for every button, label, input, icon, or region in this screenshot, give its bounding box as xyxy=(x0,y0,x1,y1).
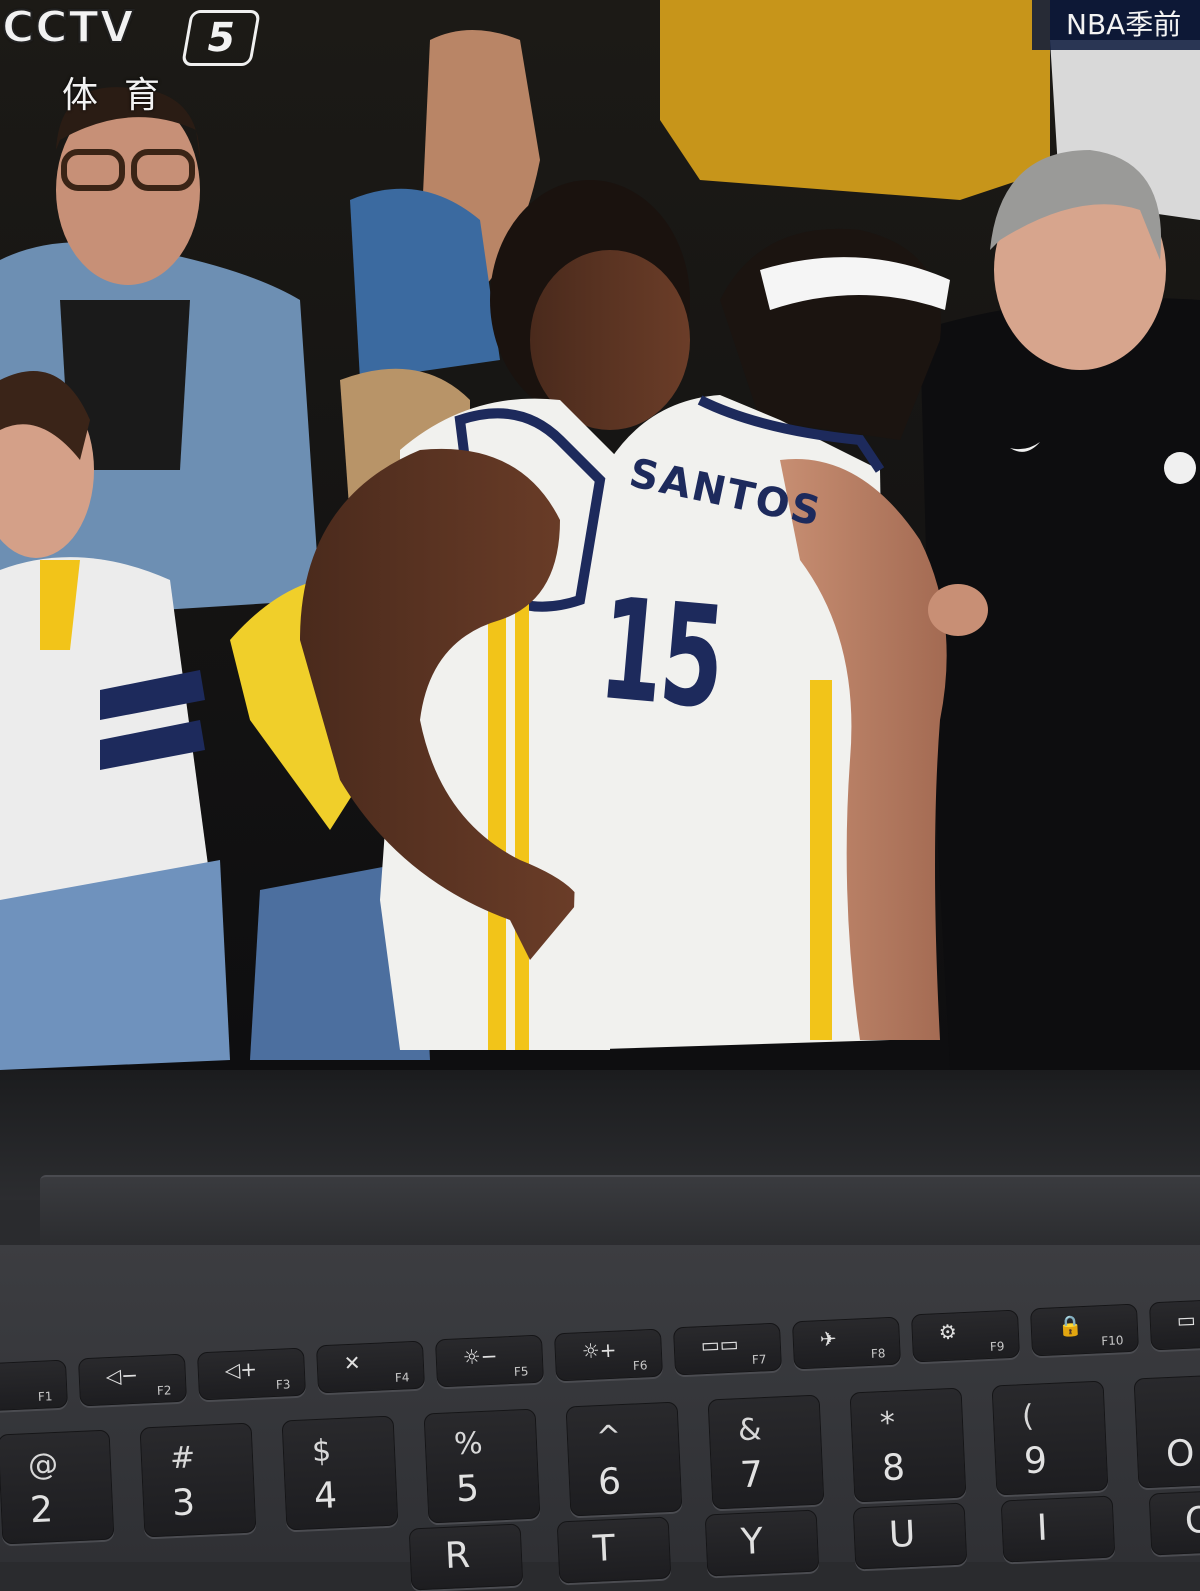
function-key[interactable]: ✕ F4 xyxy=(315,1340,426,1394)
key-shift-symbol: & xyxy=(737,1412,763,1449)
function-key-label: F3 xyxy=(275,1376,291,1392)
key-shift-symbol: @ xyxy=(27,1446,59,1484)
key-number: 4 xyxy=(313,1475,338,1518)
jersey-number: 15 xyxy=(593,568,728,741)
number-key[interactable]: & 7 xyxy=(707,1394,825,1510)
key-letter: I xyxy=(1036,1507,1049,1549)
function-key[interactable]: ✈ F8 xyxy=(791,1316,902,1369)
function-key-label: F6 xyxy=(632,1358,648,1373)
key-letter: O xyxy=(1184,1499,1200,1542)
laptop-screen: CCTV 5 体育 NBA季前 SANTOS 15 xyxy=(0,0,1200,1070)
function-key-label: F7 xyxy=(751,1352,767,1367)
key-letter: U xyxy=(888,1513,917,1556)
player2-hand xyxy=(928,584,988,636)
key-number: 8 xyxy=(881,1447,906,1490)
number-key[interactable]: * 8 xyxy=(849,1387,967,1503)
number-key[interactable]: O xyxy=(1133,1373,1200,1489)
number-key[interactable]: $4 xyxy=(281,1415,399,1531)
number-key[interactable]: @2 xyxy=(0,1429,115,1545)
key-number: 5 xyxy=(455,1468,480,1511)
mic-mute-icon: ✕ xyxy=(343,1350,362,1376)
corner-banner: NBA季前 xyxy=(1032,0,1200,50)
function-key-label: F2 xyxy=(156,1383,172,1398)
key-letter: R xyxy=(444,1534,471,1577)
channel-logo: CCTV 5 体育 xyxy=(0,0,270,116)
key-shift-symbol: * xyxy=(879,1405,896,1442)
display-switch-icon: ▭▭ xyxy=(700,1331,740,1357)
airplane-mode-icon: ✈ xyxy=(819,1326,838,1351)
keyboard-backlight-icon: ▭ xyxy=(1176,1307,1197,1333)
letter-key[interactable]: R xyxy=(408,1523,524,1591)
number-key[interactable]: % 5 xyxy=(423,1408,541,1524)
function-key[interactable]: ▭F1 xyxy=(1148,1297,1200,1351)
key-shift-symbol: % xyxy=(453,1425,484,1463)
volume-down-icon: ◁− xyxy=(105,1362,139,1388)
function-key[interactable]: F1 xyxy=(0,1359,69,1413)
key-number: O xyxy=(1165,1432,1196,1476)
function-key[interactable]: ◁+ F3 xyxy=(196,1347,307,1400)
key-shift-symbol: $ xyxy=(311,1433,332,1470)
key-number: 2 xyxy=(29,1489,54,1532)
function-key-label: F10 xyxy=(1101,1333,1124,1349)
function-key[interactable]: ⚙ F9 xyxy=(910,1309,1021,1363)
number-key[interactable]: #3 xyxy=(139,1422,257,1538)
function-key-label: F5 xyxy=(513,1364,529,1380)
brightness-up-icon: ☼+ xyxy=(581,1337,617,1364)
key-number: 3 xyxy=(171,1482,196,1525)
number-key[interactable]: (9 xyxy=(991,1380,1109,1496)
channel-subtitle: 体育 xyxy=(62,75,187,116)
function-key-label: F4 xyxy=(394,1370,410,1386)
coach-black-shirt xyxy=(920,298,1200,1070)
letter-key[interactable]: Y xyxy=(704,1509,820,1577)
letter-key[interactable]: T xyxy=(556,1516,672,1584)
key-number: 7 xyxy=(739,1454,764,1497)
brightness-down-icon: ☼− xyxy=(462,1343,498,1370)
number-key[interactable]: ^ 6 xyxy=(565,1401,683,1517)
letter-key[interactable]: O xyxy=(1148,1488,1200,1556)
function-key[interactable]: ☼− F5 xyxy=(434,1334,545,1388)
letter-key[interactable]: I xyxy=(1000,1495,1116,1563)
laptop-hinge xyxy=(40,1175,1200,1247)
volume-up-icon: ◁+ xyxy=(224,1356,258,1382)
function-key[interactable]: ☼+ F6 xyxy=(553,1328,664,1382)
function-key-label: F8 xyxy=(870,1345,886,1361)
key-shift-symbol: ( xyxy=(1021,1398,1035,1435)
team-logo-badge xyxy=(1164,452,1196,484)
key-shift-symbol: # xyxy=(169,1440,196,1477)
key-number: 6 xyxy=(597,1461,622,1504)
channel-logo-text: CCTV xyxy=(1,1,135,54)
settings-gear-icon: ⚙ xyxy=(938,1319,958,1345)
key-letter: Y xyxy=(740,1520,764,1563)
function-key[interactable]: ◁− F2 xyxy=(77,1353,188,1407)
function-key[interactable]: ▭▭ F7 xyxy=(672,1322,783,1376)
lock-icon: 🔒 xyxy=(1057,1313,1084,1339)
fan-yellow-shirt xyxy=(660,0,1050,200)
function-key-label: F1 xyxy=(37,1389,53,1404)
key-shift-symbol: ^ xyxy=(595,1419,622,1456)
broadcast-scene xyxy=(0,0,1200,1070)
key-number: 9 xyxy=(1023,1440,1048,1483)
key-letter: T xyxy=(592,1527,616,1570)
channel-number: 5 xyxy=(181,10,261,66)
letter-key[interactable]: U xyxy=(852,1502,968,1570)
function-key-label: F9 xyxy=(989,1339,1005,1355)
function-key[interactable]: 🔒 F10 xyxy=(1029,1303,1140,1357)
